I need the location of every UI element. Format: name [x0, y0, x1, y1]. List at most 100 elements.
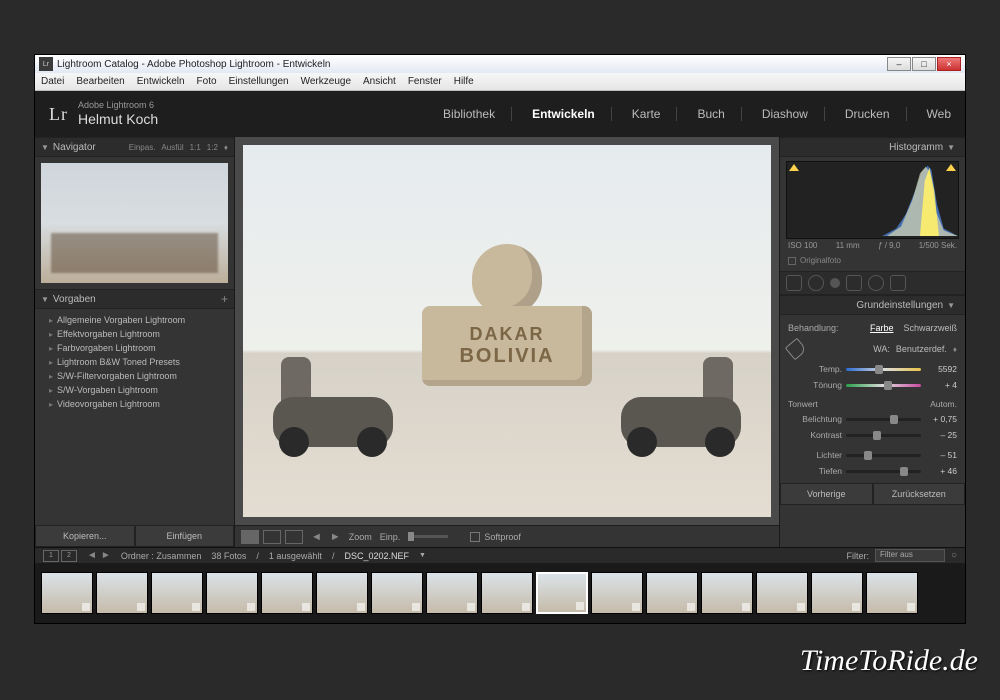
filmstrip-thumb[interactable]	[866, 572, 918, 614]
next-photo-button[interactable]: ►	[330, 531, 341, 543]
filmstrip-thumb[interactable]	[371, 572, 423, 614]
nav-mode-1to2[interactable]: 1:2	[207, 143, 218, 152]
menu-foto[interactable]: Foto	[197, 76, 217, 87]
preset-folder[interactable]: Effektvorgaben Lightroom	[35, 327, 234, 341]
menu-einstellungen[interactable]: Einstellungen	[229, 76, 289, 87]
menu-fenster[interactable]: Fenster	[408, 76, 442, 87]
nav-zoom-dropdown-icon[interactable]: ♦	[224, 143, 228, 152]
shadows-slider[interactable]	[846, 470, 921, 473]
navigator-preview[interactable]	[41, 163, 228, 283]
source-dropdown-icon[interactable]: ▼	[419, 552, 426, 559]
filmstrip-thumb[interactable]	[811, 572, 863, 614]
temp-value[interactable]: 5592	[925, 364, 957, 374]
tint-slider[interactable]	[846, 384, 921, 387]
nav-mode-1to1[interactable]: 1:1	[190, 143, 201, 152]
highlights-slider[interactable]	[846, 454, 921, 457]
histogram[interactable]	[786, 161, 959, 239]
filmstrip-thumb[interactable]	[646, 572, 698, 614]
crop-tool[interactable]	[786, 275, 802, 291]
filmstrip-thumb[interactable]	[41, 572, 93, 614]
treatment-color[interactable]: Farbe	[870, 323, 894, 333]
before-after-lr-button[interactable]	[263, 530, 281, 544]
adjustment-brush-tool[interactable]	[890, 275, 906, 291]
wb-dropdown-icon[interactable]: ♦	[953, 345, 957, 354]
tint-value[interactable]: + 4	[925, 380, 957, 390]
nav-back-button[interactable]: ◄	[87, 550, 97, 561]
module-entwickeln[interactable]: Entwickeln	[530, 107, 612, 121]
filmstrip-thumb[interactable]	[426, 572, 478, 614]
loupe-view-button[interactable]	[241, 530, 259, 544]
redeye-tool[interactable]	[830, 278, 840, 288]
filter-lock-icon[interactable]: ○	[951, 550, 957, 561]
exposure-value[interactable]: + 0,75	[925, 414, 957, 424]
preset-folder[interactable]: Allgemeine Vorgaben Lightroom	[35, 313, 234, 327]
preset-folder[interactable]: S/W-Vorgaben Lightroom	[35, 383, 234, 397]
reset-button[interactable]: Zurücksetzen	[873, 483, 966, 505]
filmstrip-thumb[interactable]	[481, 572, 533, 614]
menu-werkzeuge[interactable]: Werkzeuge	[301, 76, 351, 87]
highlights-value[interactable]: – 51	[925, 450, 957, 460]
navigator-header[interactable]: ▼ Navigator Einpas. Ausfül 1:1 1:2 ♦	[35, 137, 234, 157]
secondary-monitor-button[interactable]: 2	[61, 550, 77, 562]
nav-forward-button[interactable]: ►	[101, 550, 111, 561]
menu-entwickeln[interactable]: Entwickeln	[137, 76, 185, 87]
histogram-header[interactable]: Histogramm ▼	[780, 137, 965, 157]
close-button[interactable]: ×	[937, 57, 961, 71]
spot-removal-tool[interactable]	[808, 275, 824, 291]
menu-ansicht[interactable]: Ansicht	[363, 76, 396, 87]
maximize-button[interactable]: □	[912, 57, 936, 71]
paste-button[interactable]: Einfügen	[135, 525, 235, 547]
basic-panel-header[interactable]: Grundeinstellungen ▼	[780, 295, 965, 315]
softproof-checkbox[interactable]	[470, 532, 480, 542]
menu-hilfe[interactable]: Hilfe	[454, 76, 474, 87]
filmstrip-thumb[interactable]	[756, 572, 808, 614]
contrast-value[interactable]: – 25	[925, 430, 957, 440]
primary-monitor-button[interactable]: 1	[43, 550, 59, 562]
presets-header[interactable]: ▼ Vorgaben +	[35, 289, 234, 309]
preset-folder[interactable]: Videovorgaben Lightroom	[35, 397, 234, 411]
filmstrip-thumb[interactable]	[316, 572, 368, 614]
contrast-slider[interactable]	[846, 434, 921, 437]
nav-mode-fit[interactable]: Einpas.	[129, 143, 156, 152]
white-balance-eyedropper-icon[interactable]	[785, 338, 808, 361]
nav-mode-fill[interactable]: Ausfül	[161, 143, 183, 152]
filmstrip[interactable]	[35, 563, 965, 623]
zoom-slider[interactable]	[408, 535, 448, 538]
filmstrip-thumb[interactable]	[591, 572, 643, 614]
filmstrip-thumb[interactable]	[96, 572, 148, 614]
image-canvas[interactable]: DAKAR BOLIVIA	[243, 145, 771, 517]
folder-path[interactable]: Ordner : Zusammen	[121, 551, 202, 561]
menu-bearbeiten[interactable]: Bearbeiten	[76, 76, 124, 87]
before-after-tb-button[interactable]	[285, 530, 303, 544]
preset-folder[interactable]: Lightroom B&W Toned Presets	[35, 355, 234, 369]
module-bibliothek[interactable]: Bibliothek	[441, 107, 512, 121]
previous-button[interactable]: Vorherige	[780, 483, 873, 505]
exposure-slider[interactable]	[846, 418, 921, 421]
module-drucken[interactable]: Drucken	[843, 107, 907, 121]
module-buch[interactable]: Buch	[695, 107, 741, 121]
copy-button[interactable]: Kopieren...	[35, 525, 135, 547]
add-preset-button[interactable]: +	[221, 292, 228, 306]
temp-slider[interactable]	[846, 368, 921, 371]
module-diashow[interactable]: Diashow	[760, 107, 825, 121]
radial-filter-tool[interactable]	[868, 275, 884, 291]
filter-dropdown[interactable]: Filter aus	[875, 549, 945, 562]
shadows-value[interactable]: + 46	[925, 466, 957, 476]
module-web[interactable]: Web	[925, 107, 951, 121]
filmstrip-thumb[interactable]	[206, 572, 258, 614]
menu-datei[interactable]: Datei	[41, 76, 64, 87]
minimize-button[interactable]: –	[887, 57, 911, 71]
filmstrip-thumb[interactable]	[261, 572, 313, 614]
preset-folder[interactable]: Farbvorgaben Lightroom	[35, 341, 234, 355]
auto-tone-button[interactable]: Autom.	[930, 399, 957, 409]
wb-dropdown[interactable]: Benutzerdef.	[896, 344, 947, 354]
filmstrip-thumb[interactable]	[701, 572, 753, 614]
original-photo-checkbox[interactable]	[788, 257, 796, 265]
preset-folder[interactable]: S/W-Filtervorgaben Lightroom	[35, 369, 234, 383]
graduated-filter-tool[interactable]	[846, 275, 862, 291]
prev-photo-button[interactable]: ◄	[311, 531, 322, 543]
fit-label[interactable]: Einp.	[380, 532, 401, 542]
filmstrip-thumb[interactable]	[151, 572, 203, 614]
module-karte[interactable]: Karte	[630, 107, 678, 121]
filmstrip-thumb[interactable]	[536, 572, 588, 614]
